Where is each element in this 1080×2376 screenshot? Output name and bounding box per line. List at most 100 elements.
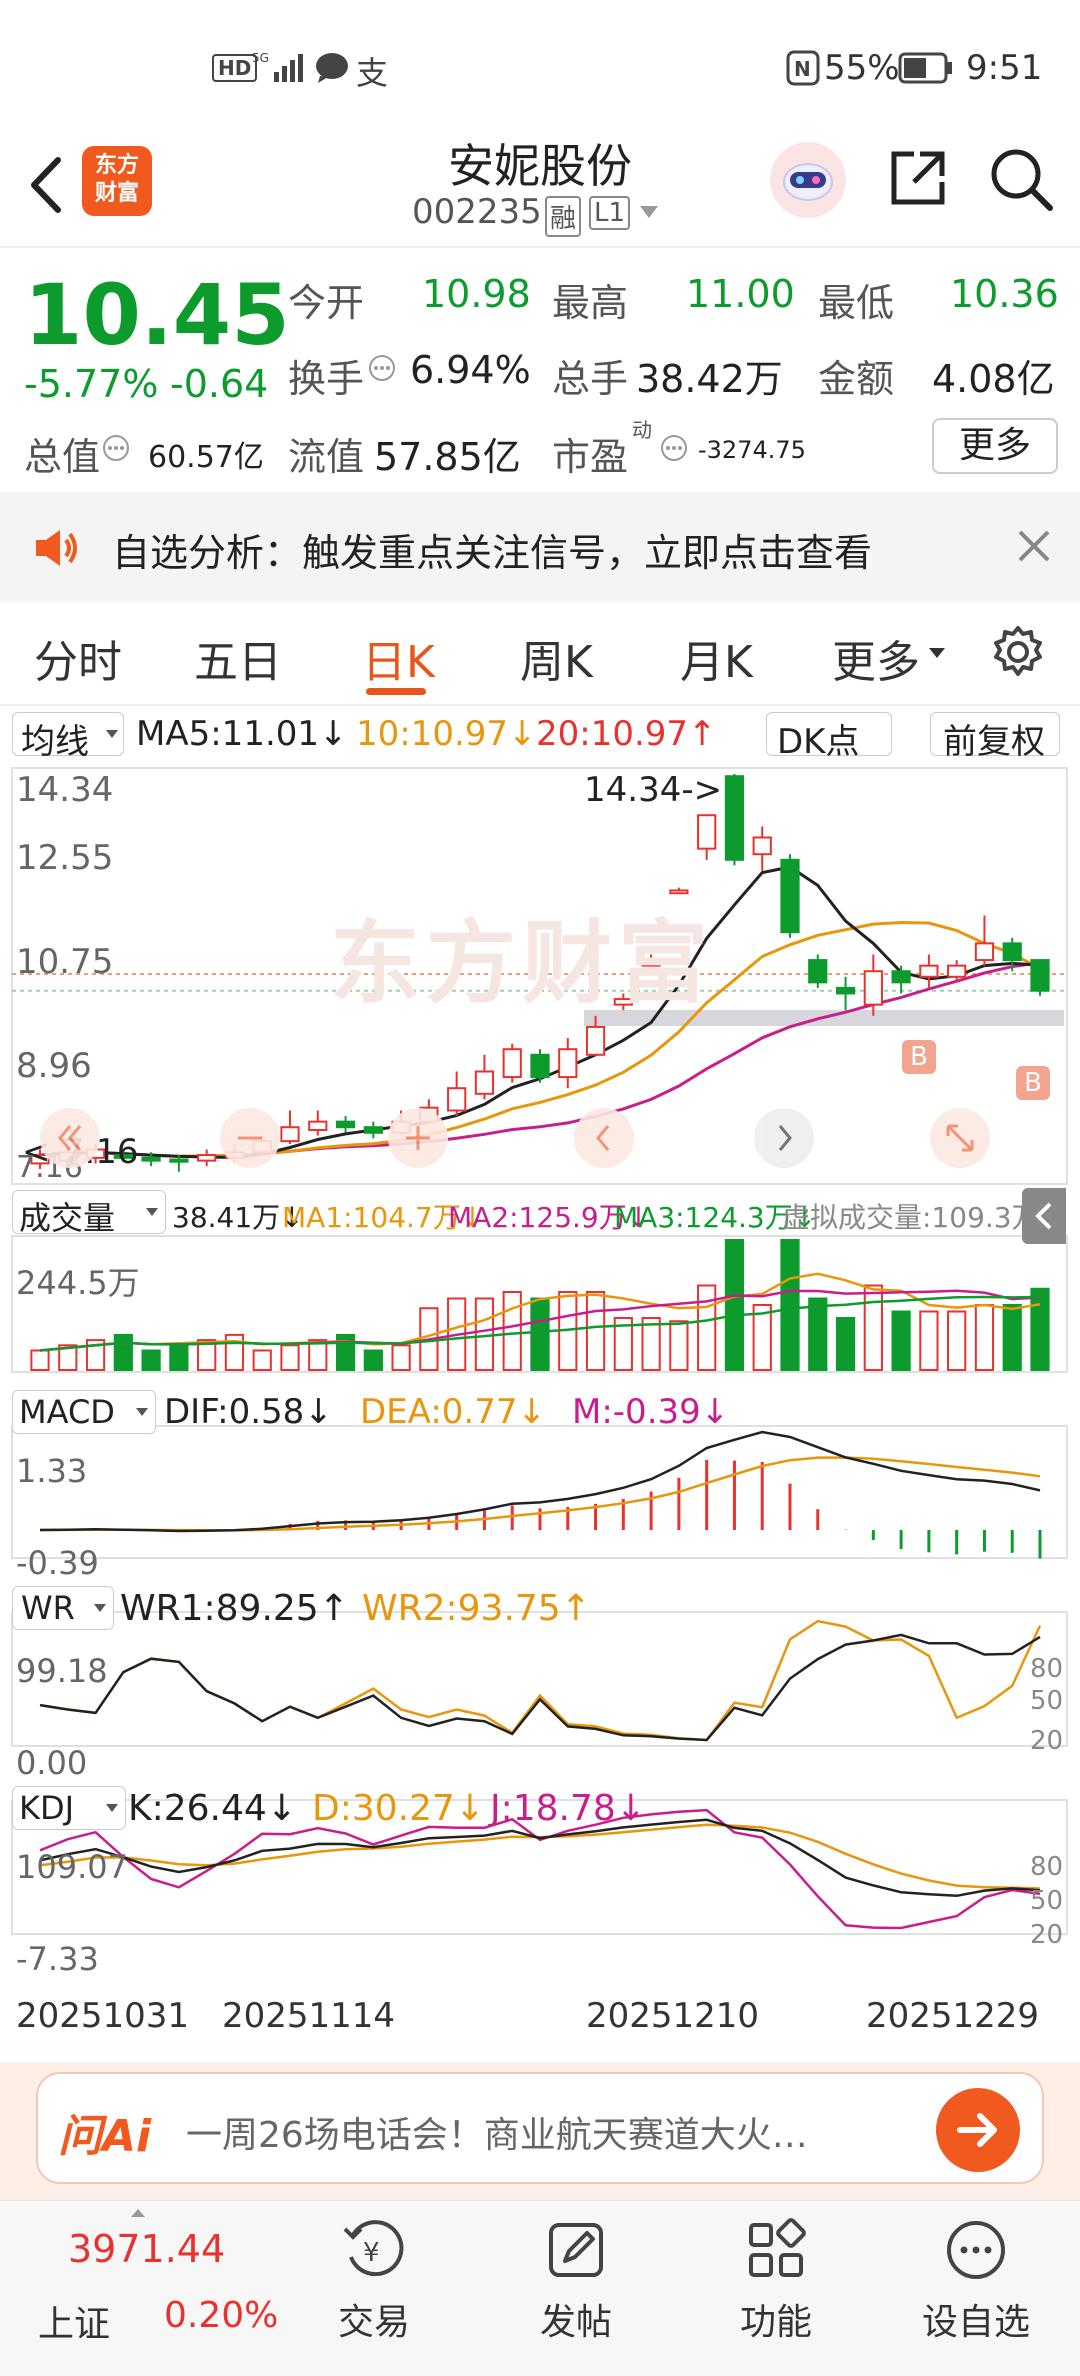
kdj-level-50: 50 — [1030, 1886, 1064, 1916]
wr-y-top: 99.18 — [16, 1652, 108, 1690]
ask-ai-text: 一周26场电话会！商业航天赛道大火… — [186, 2115, 808, 2156]
scroll-right-icon[interactable] — [754, 1108, 814, 1168]
high-value: 11.00 — [686, 272, 795, 316]
ask-ai-logo: 问Ai — [58, 2111, 152, 2162]
side-panel-toggle-icon[interactable] — [1022, 1188, 1066, 1244]
nav-label: 交易 — [337, 2302, 410, 2343]
macd-y-top: 1.33 — [16, 1452, 88, 1490]
info-icon[interactable] — [660, 434, 688, 466]
fullscreen-icon[interactable] — [930, 1108, 990, 1168]
index-name[interactable]: 上证 — [38, 2295, 110, 2347]
y-label-3: 10.75 — [16, 942, 114, 982]
signal-banner[interactable]: 自选分析：触发重点关注信号，立即点击查看 — [0, 492, 1080, 602]
volume-bar — [835, 1317, 856, 1371]
ask-ai-box[interactable]: 问Ai 一周26场电话会！商业航天赛道大火… — [36, 2072, 1044, 2184]
zoom-in-icon[interactable] — [388, 1108, 448, 1168]
kdj-select-label: KDJ — [19, 1789, 75, 1827]
ma-select[interactable]: 均线 — [12, 712, 124, 762]
quote-panel: 10.45 -5.77% -0.64 总值 60.57亿 今开 10.98 最高… — [0, 250, 1080, 490]
volume-bar — [30, 1349, 50, 1371]
kdj-d: D:30.27↓ — [312, 1788, 486, 1829]
caret-up-icon — [130, 2203, 146, 2222]
buy-marker[interactable]: B — [1016, 1066, 1050, 1100]
nav-trade[interactable]: ¥ 交易 — [294, 2215, 454, 2345]
candle — [280, 1110, 300, 1144]
scroll-left-icon[interactable] — [574, 1108, 634, 1168]
volume-select[interactable]: 成交量 — [12, 1190, 166, 1237]
kdj-k-line — [39, 1818, 1041, 1898]
change-value: -0.64 — [170, 362, 269, 406]
more-dots-icon — [941, 2215, 1011, 2285]
virtual-volume: 虚拟成交量:109.3万 — [782, 1201, 1040, 1234]
ma20-value: 20:10.97↑ — [536, 714, 717, 754]
macd-select-label: MACD — [19, 1393, 115, 1431]
dropdown-caret-icon[interactable] — [638, 204, 660, 224]
search-icon[interactable] — [988, 146, 1054, 216]
index-change[interactable]: 0.20% — [164, 2295, 278, 2336]
nav-add-watchlist[interactable]: 设自选 — [896, 2215, 1056, 2345]
status-bar: HD 5G 支 N 55% 9:51 — [0, 0, 1080, 130]
candle — [558, 1038, 578, 1089]
svg-text:5G: 5G — [252, 51, 269, 65]
share-icon[interactable] — [884, 146, 950, 216]
candle — [724, 774, 745, 866]
close-icon[interactable] — [1016, 528, 1052, 568]
level-badge[interactable]: L1 — [589, 196, 631, 230]
tab-weekly-k[interactable]: 周K — [520, 626, 593, 690]
wr-select[interactable]: WR — [12, 1586, 114, 1630]
wr-level-50: 50 — [1030, 1686, 1064, 1716]
y-label-4: 8.96 — [16, 1046, 92, 1086]
candle — [891, 965, 911, 994]
buy-marker[interactable]: B — [902, 1040, 936, 1074]
kdj-select[interactable]: KDJ — [12, 1786, 126, 1830]
candle — [752, 826, 772, 871]
trade-icon: ¥ — [339, 2215, 409, 2285]
wr1-line — [39, 1633, 1041, 1742]
date-label: 20251229 — [866, 1996, 1040, 2036]
macd-select[interactable]: MACD — [12, 1390, 156, 1434]
caret-icon — [106, 1804, 118, 1812]
volume-bar — [363, 1349, 383, 1371]
adjust-select[interactable]: 前复权 — [930, 712, 1060, 762]
y-label-2: 12.55 — [16, 838, 114, 878]
macd-y-bottom: -0.39 — [16, 1544, 99, 1582]
bottom-nav: 3971.44 上证 0.20% ¥ 交易 发帖 功能 设自选 — [0, 2200, 1080, 2376]
wr-y-bottom: 0.00 — [16, 1744, 88, 1782]
more-button[interactable]: 更多 — [932, 418, 1058, 474]
ask-ai-go-icon[interactable] — [936, 2088, 1020, 2172]
caret-icon — [94, 1604, 106, 1612]
clock: 9:51 — [966, 48, 1043, 88]
tab-intraday[interactable]: 分时 — [34, 626, 122, 690]
nav-label: 设自选 — [921, 2302, 1030, 2343]
info-icon[interactable] — [368, 354, 396, 386]
tab-monthly-k[interactable]: 月K — [680, 626, 753, 690]
low-label: 最低 — [818, 281, 895, 325]
ask-ai-bar: 问Ai 一周26场电话会！商业航天赛道大火… — [0, 2062, 1080, 2200]
volume-bar — [947, 1310, 967, 1371]
turnover-value: 6.94% — [410, 348, 531, 392]
tab-daily-k[interactable]: 日K — [362, 626, 435, 690]
scroll-left-fast-icon[interactable] — [40, 1108, 100, 1168]
kdj-y-bottom: -7.33 — [16, 1940, 99, 1978]
ma10-value: 10:10.97↓ — [356, 714, 537, 754]
tab-five-day[interactable]: 五日 — [194, 626, 282, 690]
volume-bar — [502, 1291, 522, 1371]
stock-header: 东方 财富 安妮股份 002235 融 L1 — [0, 130, 1080, 248]
dk-point-select[interactable]: DK点 — [766, 712, 892, 762]
wr2-value: WR2:93.75↑ — [362, 1588, 591, 1629]
pe-value: -3274.75 — [698, 436, 806, 464]
assistant-robot-icon[interactable] — [770, 142, 846, 218]
index-value[interactable]: 3971.44 — [68, 2227, 225, 2271]
candle — [335, 1116, 356, 1133]
nav-function[interactable]: 功能 — [696, 2215, 856, 2345]
gear-icon[interactable] — [990, 624, 1046, 684]
zoom-out-icon[interactable] — [220, 1108, 280, 1168]
nav-post[interactable]: 发帖 — [496, 2215, 656, 2345]
float-label: 流值 — [288, 435, 365, 479]
candle — [530, 1049, 550, 1083]
tab-more[interactable]: 更多 — [832, 626, 920, 690]
macd-dif: DIF:0.58↓ — [164, 1392, 333, 1432]
kdj-level-20: 20 — [1030, 1920, 1064, 1950]
macd-dea: DEA:0.77↓ — [360, 1392, 546, 1432]
info-icon[interactable] — [102, 434, 130, 466]
